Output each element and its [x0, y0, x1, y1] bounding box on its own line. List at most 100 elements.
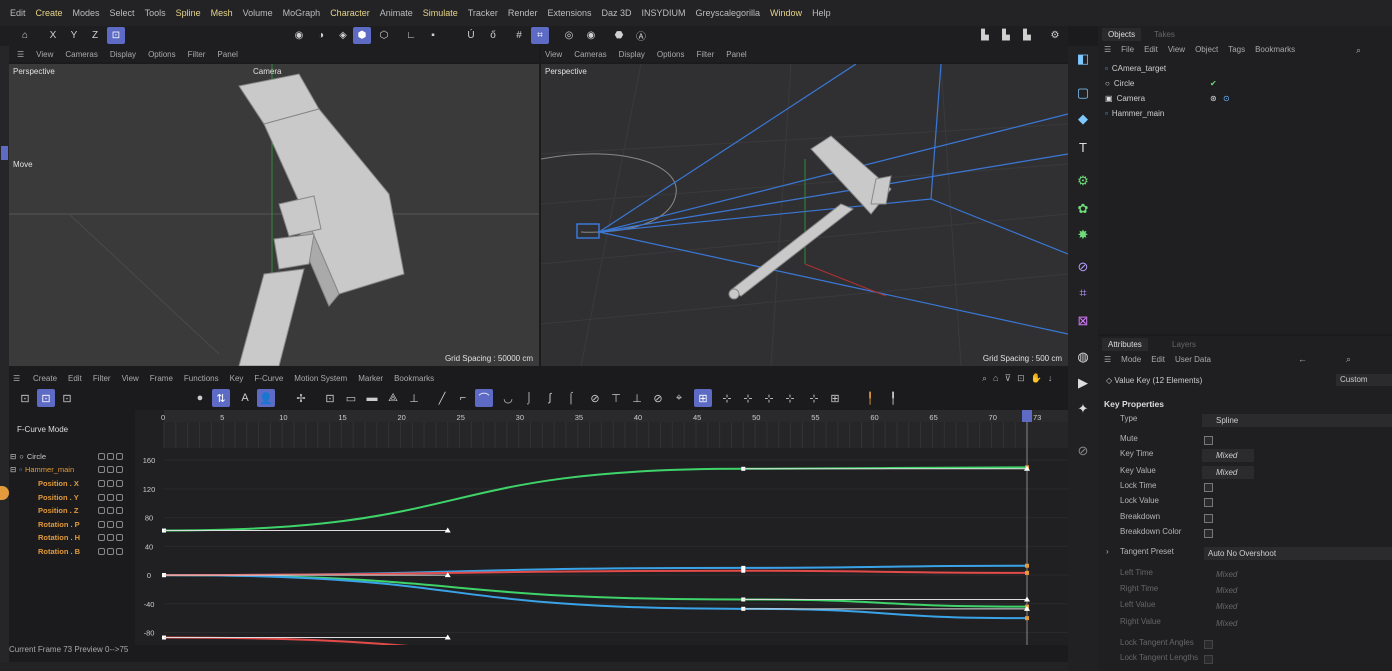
menu-item-render[interactable]: Render: [508, 8, 538, 18]
search-icon[interactable]: ⌕: [982, 373, 987, 384]
attr-checkbox[interactable]: [1204, 436, 1213, 445]
menu-item-greyscalegorilla[interactable]: Greyscalegorilla: [696, 8, 761, 18]
marker-icon[interactable]: ╿: [861, 389, 879, 407]
attr-menu-mode[interactable]: Mode: [1121, 355, 1141, 364]
cube-icon[interactable]: ◧: [1074, 50, 1092, 68]
expand-icon[interactable]: ⊟: [10, 452, 16, 461]
model-mode-icon[interactable]: ◉: [290, 27, 308, 44]
track-toggle-icons[interactable]: [98, 507, 123, 514]
snap-keys-icon[interactable]: ⊞: [694, 389, 712, 407]
menu-item-character[interactable]: Character: [330, 8, 370, 18]
range-icon[interactable]: ▬: [363, 389, 381, 407]
attr-menu-edit[interactable]: Edit: [1151, 355, 1165, 364]
fcurve-line[interactable]: [163, 636, 1027, 645]
curve-key[interactable]: [1025, 563, 1029, 568]
attr-checkbox[interactable]: [1204, 483, 1213, 492]
attr-checkbox[interactable]: [1204, 529, 1213, 538]
dope-sheet-icon[interactable]: ⊡: [16, 389, 34, 407]
magnet-icon[interactable]: Ú: [462, 27, 480, 44]
frame-all-icon[interactable]: ⊡: [321, 389, 339, 407]
camera-name-label[interactable]: Camera: [253, 67, 281, 76]
timeline-menu-key[interactable]: Key: [230, 374, 244, 383]
filter-icon[interactable]: ⊽: [1004, 373, 1011, 384]
menu-item-extensions[interactable]: Extensions: [547, 8, 591, 18]
tab-layers[interactable]: Layers: [1166, 338, 1202, 351]
tangent-break-icon[interactable]: ⊘: [586, 389, 604, 407]
uv-mode-icon[interactable]: ⬡: [375, 27, 393, 44]
hamburger-icon[interactable]: ☰: [1104, 355, 1111, 364]
menu-item-spline[interactable]: Spline: [176, 8, 201, 18]
snap-icon[interactable]: ∟: [402, 27, 420, 44]
text-tool-icon[interactable]: A: [236, 389, 254, 407]
key-scale-icon[interactable]: ⊹: [805, 389, 823, 407]
objects-menu-edit[interactable]: Edit: [1144, 45, 1158, 54]
ease-out-icon[interactable]: ∫: [541, 389, 559, 407]
track-row[interactable]: Rotation . P: [38, 518, 80, 531]
linear-interp-icon[interactable]: ╱: [433, 389, 451, 407]
ease-ease-icon[interactable]: ⌠: [562, 389, 580, 407]
vp-menu-view[interactable]: View: [545, 50, 562, 59]
menu-item-simulate[interactable]: Simulate: [423, 8, 458, 18]
render-queue-icon[interactable]: ▙: [1018, 27, 1036, 44]
timeline-menu-create[interactable]: Create: [33, 374, 57, 383]
right-viewport[interactable]: Perspective Grid Spacing : 500 cm: [541, 64, 1068, 366]
clamp-icon[interactable]: ⌖: [670, 389, 688, 407]
scene-tool-icon[interactable]: ⊘: [1074, 442, 1092, 460]
tab-takes[interactable]: Takes: [1148, 28, 1181, 41]
axis-x-button[interactable]: X: [44, 27, 62, 44]
object-row[interactable]: ▫ CAmera_target: [1105, 61, 1166, 75]
fcurve-mode-icon[interactable]: ⊡: [37, 389, 55, 407]
objects-menu-file[interactable]: File: [1121, 45, 1134, 54]
tangent-auto-icon[interactable]: ⊘: [649, 389, 667, 407]
grid-snap-icon[interactable]: #: [510, 27, 528, 44]
render-region-icon[interactable]: ◎: [560, 27, 578, 44]
fcurve-line[interactable]: [163, 569, 1028, 577]
polygons-mode-icon[interactable]: ⬢: [353, 27, 371, 44]
menu-item-window[interactable]: Window: [770, 8, 802, 18]
render-view-icon[interactable]: ◉: [582, 27, 600, 44]
vp-menu-options[interactable]: Options: [148, 50, 176, 59]
spline-interp-icon[interactable]: ⌒: [475, 389, 493, 407]
clapper-icon[interactable]: ▙: [976, 27, 994, 44]
key-copy-icon[interactable]: ⊹: [718, 389, 736, 407]
vp-menu-panel[interactable]: Panel: [217, 50, 237, 59]
search-icon[interactable]: ⌕: [1346, 354, 1351, 365]
workplane-icon[interactable]: ▪: [424, 27, 442, 44]
hamburger-icon[interactable]: ☰: [1104, 45, 1111, 54]
track-row[interactable]: Position . Z: [38, 504, 78, 517]
menu-item-tools[interactable]: Tools: [145, 8, 166, 18]
vp-menu-panel[interactable]: Panel: [726, 50, 746, 59]
primitive-cube-icon[interactable]: ◆: [1074, 110, 1092, 128]
vp-menu-filter[interactable]: Filter: [696, 50, 714, 59]
light-icon[interactable]: ✦: [1074, 400, 1092, 418]
menu-item-help[interactable]: Help: [812, 8, 831, 18]
vp-menu-filter[interactable]: Filter: [188, 50, 206, 59]
object-row[interactable]: ▣ Camera ⊛ ⊙: [1105, 91, 1230, 105]
attr-checkbox[interactable]: [1204, 498, 1213, 507]
track-row[interactable]: Position . Y: [38, 491, 79, 504]
objects-menu-object[interactable]: Object: [1195, 45, 1218, 54]
timeline-menu-view[interactable]: View: [122, 374, 139, 383]
timeline-menu-motion-system[interactable]: Motion System: [294, 374, 347, 383]
back-arrow-icon[interactable]: ←: [1298, 354, 1307, 364]
objects-menu-view[interactable]: View: [1168, 45, 1185, 54]
curve-key[interactable]: [741, 568, 746, 573]
grid-snap-active-icon[interactable]: ⌗: [531, 27, 549, 44]
frame-selected-icon[interactable]: ▭: [342, 389, 360, 407]
left-viewport[interactable]: Perspective Camera Move Grid Spacing : 5…: [9, 64, 539, 366]
track-toggle-icons[interactable]: [98, 466, 123, 473]
vp-menu-display[interactable]: Display: [110, 50, 136, 59]
vp-menu-cameras[interactable]: Cameras: [65, 50, 97, 59]
text-icon[interactable]: T: [1074, 138, 1092, 156]
checkmark-icon[interactable]: ✔: [1210, 79, 1217, 88]
cloner-icon[interactable]: ✿: [1074, 200, 1092, 218]
frame-icon[interactable]: ⊡: [1017, 373, 1025, 384]
track-row[interactable]: Rotation . B: [38, 545, 80, 558]
timeline-menu-edit[interactable]: Edit: [68, 374, 82, 383]
current-frame-marker[interactable]: [1022, 410, 1032, 422]
vp-menu-options[interactable]: Options: [657, 50, 685, 59]
objects-menu-tags[interactable]: Tags: [1228, 45, 1245, 54]
menu-item-animate[interactable]: Animate: [380, 8, 413, 18]
vp-menu-cameras[interactable]: Cameras: [574, 50, 606, 59]
ease-icon[interactable]: ◡: [499, 389, 517, 407]
